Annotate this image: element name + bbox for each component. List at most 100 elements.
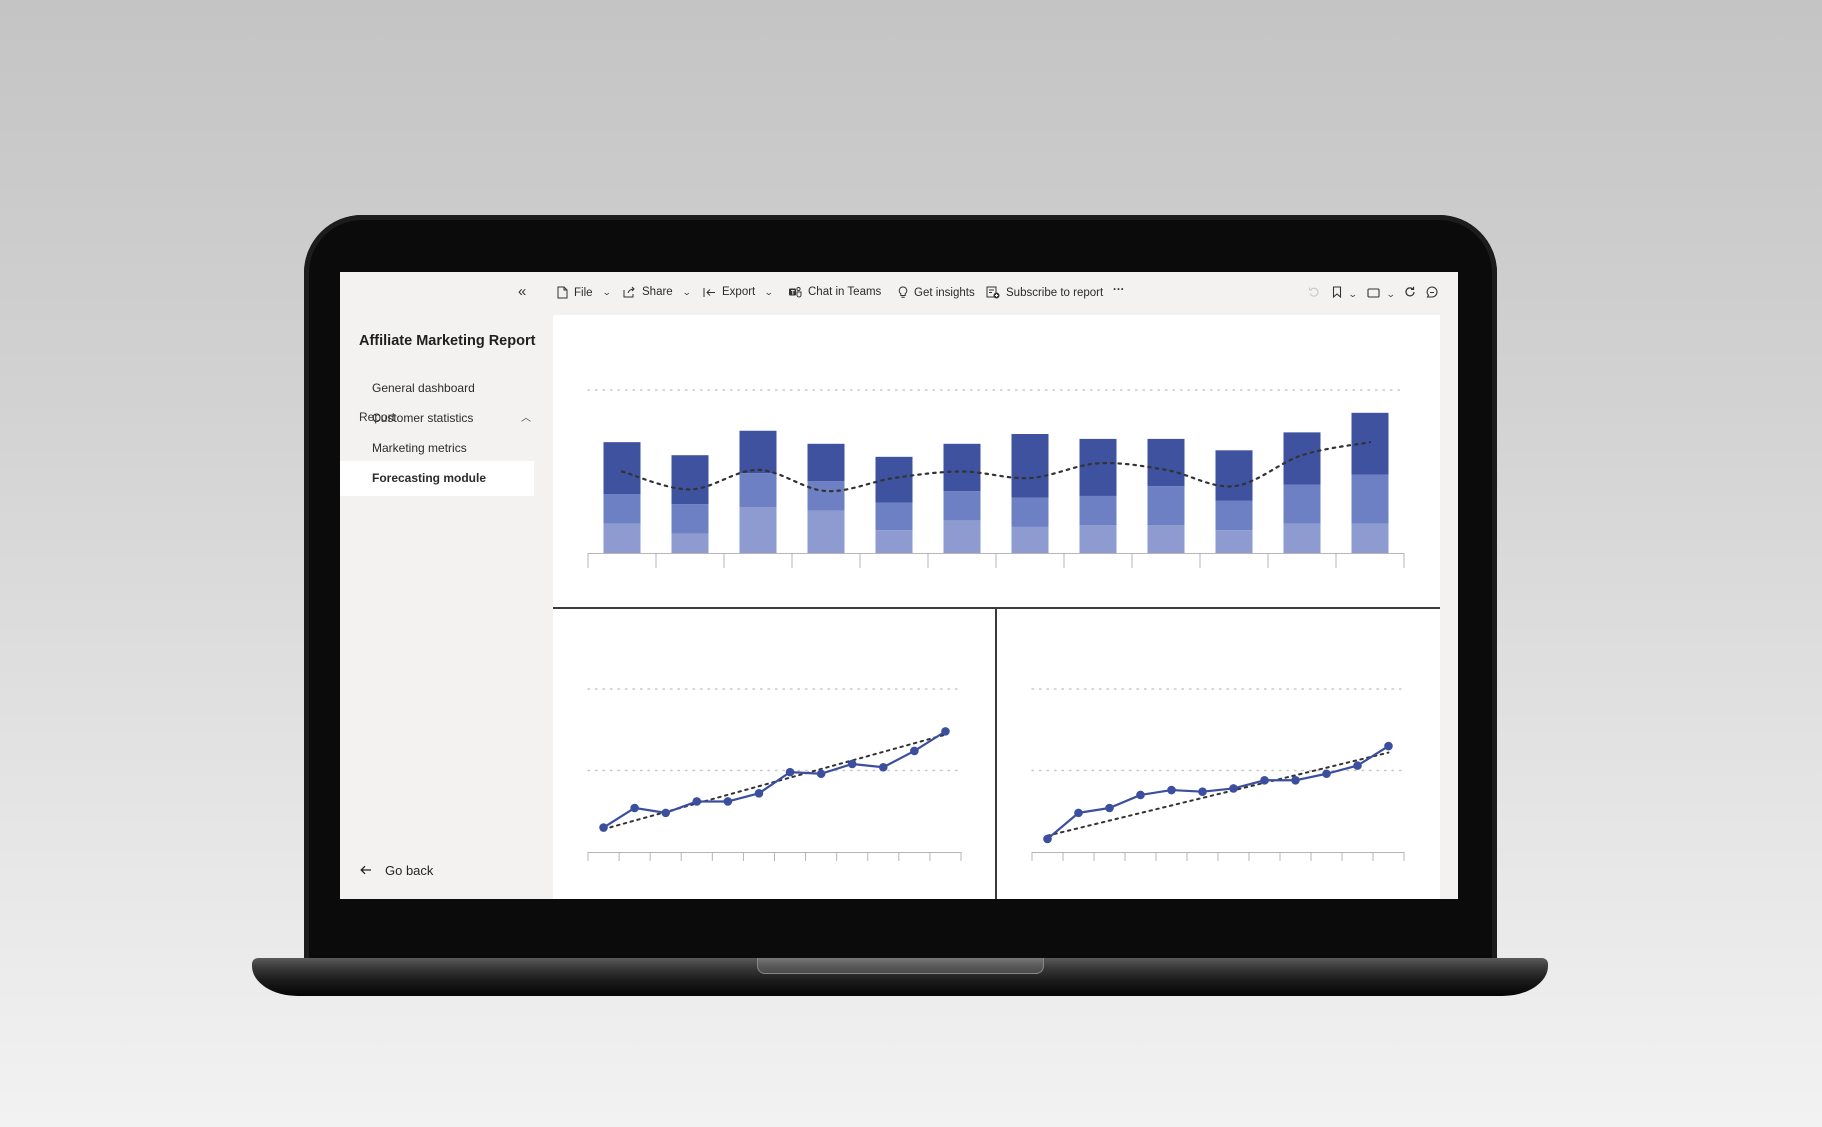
bar-segment-segment-3 (1079, 438, 1117, 496)
sidebar-item-label: Forecasting module (372, 471, 487, 485)
bar-segment-segment-3 (943, 443, 981, 492)
export-icon (703, 287, 716, 298)
bar-segment-segment-2 (671, 504, 709, 534)
bar-segment-segment-3 (739, 430, 777, 474)
bookmark-icon (1332, 285, 1342, 303)
bar-segment-segment-1 (875, 530, 913, 553)
report-title: Affiliate Marketing Report (359, 333, 536, 349)
comment-button[interactable] (1426, 285, 1438, 303)
data-point (1074, 808, 1083, 818)
laptop-hinge-notch (757, 958, 1044, 974)
line-chart-left[interactable] (553, 609, 995, 899)
data-point (941, 727, 950, 736)
bar-segment-segment-3 (1283, 432, 1321, 485)
bar-segment-segment-3 (1215, 450, 1253, 501)
teams-icon: T (788, 286, 802, 298)
chat-in-teams-button[interactable]: T Chat in Teams (788, 286, 881, 298)
bar-segment-segment-1 (1079, 525, 1117, 553)
data-point (1229, 784, 1238, 793)
file-label: File (574, 286, 593, 299)
toolbar: File ⌄ Share ⌄ Export ⌄ T Chat in Teams (553, 272, 1458, 315)
series-line (602, 730, 947, 829)
bar-segment-segment-2 (1147, 486, 1185, 526)
stacked-bar-chart[interactable] (553, 315, 1440, 607)
more-options-button[interactable]: ··· (1113, 284, 1125, 296)
series-line (1046, 745, 1390, 840)
data-point (1260, 775, 1269, 785)
bar-segment-segment-2 (1283, 484, 1321, 524)
chevron-down-icon: ⌄ (1348, 288, 1359, 299)
ellipsis-icon: ··· (1113, 284, 1125, 296)
chevron-down-icon: ⌄ (681, 286, 692, 297)
sidebar-item-label: Customer statistics (372, 411, 474, 425)
app-screen: « Affiliate Marketing Report Report ︿ Ge… (340, 272, 1458, 899)
share-label: Share (642, 286, 673, 298)
trend-line (1046, 751, 1390, 837)
bar-segment-segment-1 (1215, 530, 1253, 553)
data-point (1322, 769, 1331, 779)
bar-segment-segment-3 (1147, 438, 1185, 487)
data-point (1105, 803, 1114, 813)
bar-segment-segment-3 (807, 443, 845, 482)
line-chart-right[interactable] (997, 609, 1440, 899)
undo-button[interactable] (1308, 285, 1320, 303)
subscribe-to-report-button[interactable]: Subscribe to report (986, 286, 1103, 299)
bar-segment-segment-2 (603, 494, 641, 524)
sidebar-item-label: Marketing metrics (372, 441, 467, 455)
share-icon (623, 286, 636, 298)
chevron-down-icon: ⌄ (1386, 288, 1397, 299)
data-point (878, 762, 888, 772)
sidebar: « Affiliate Marketing Report Report ︿ Ge… (340, 272, 553, 899)
bar-segment-segment-1 (807, 510, 845, 553)
data-point (723, 797, 733, 806)
go-back-link[interactable]: Go back (360, 863, 433, 878)
data-point (630, 803, 639, 813)
undo-icon (1308, 285, 1320, 303)
bar-segment-segment-2 (807, 481, 845, 511)
comment-icon (1426, 285, 1438, 303)
bar-segment-segment-3 (603, 442, 641, 495)
double-chevron-left-icon[interactable]: « (518, 283, 526, 300)
sidebar-item-label: General dashboard (372, 381, 475, 395)
bar-segment-segment-2 (875, 502, 913, 531)
svg-text:T: T (791, 290, 795, 296)
data-point (1043, 834, 1052, 844)
subscribe-icon (986, 286, 1000, 299)
file-button[interactable]: File ⌄ (557, 286, 611, 299)
data-point (847, 759, 857, 769)
bar-segment-segment-1 (671, 533, 709, 553)
bar-segment-segment-1 (1011, 526, 1049, 553)
trend-line (620, 441, 1372, 493)
arrow-left-icon (360, 863, 372, 878)
export-button[interactable]: Export ⌄ (703, 286, 774, 298)
export-label: Export (722, 286, 756, 298)
data-point (599, 823, 608, 832)
data-point (1384, 741, 1393, 751)
report-canvas (553, 315, 1440, 899)
get-insights-button[interactable]: Get insights (898, 286, 975, 299)
sidebar-item-forecasting-module[interactable]: Forecasting module (340, 461, 534, 496)
data-point (1167, 785, 1176, 795)
refresh-icon (1404, 285, 1416, 303)
data-point (1198, 787, 1207, 796)
bar-segment-segment-3 (1011, 434, 1049, 498)
data-point (785, 767, 795, 777)
share-button[interactable]: Share ⌄ (623, 286, 692, 298)
file-icon (557, 286, 568, 299)
view-icon (1367, 285, 1381, 303)
bar-segment-segment-1 (1283, 523, 1321, 553)
view-button[interactable]: ⌄ (1367, 285, 1397, 303)
data-point (910, 746, 919, 756)
go-back-label: Go back (385, 863, 434, 878)
chat-in-teams-label: Chat in Teams (808, 286, 882, 298)
bookmark-button[interactable]: ⌄ (1332, 285, 1359, 303)
subscribe-to-report-label: Subscribe to report (1006, 286, 1104, 299)
refresh-button[interactable] (1404, 285, 1416, 303)
data-point (754, 789, 764, 798)
data-point (692, 797, 702, 806)
bar-segment-segment-2 (1215, 500, 1253, 531)
data-point (661, 808, 671, 818)
data-point (1353, 761, 1362, 770)
bar-segment-segment-1 (603, 523, 641, 553)
lightbulb-icon (898, 286, 908, 299)
